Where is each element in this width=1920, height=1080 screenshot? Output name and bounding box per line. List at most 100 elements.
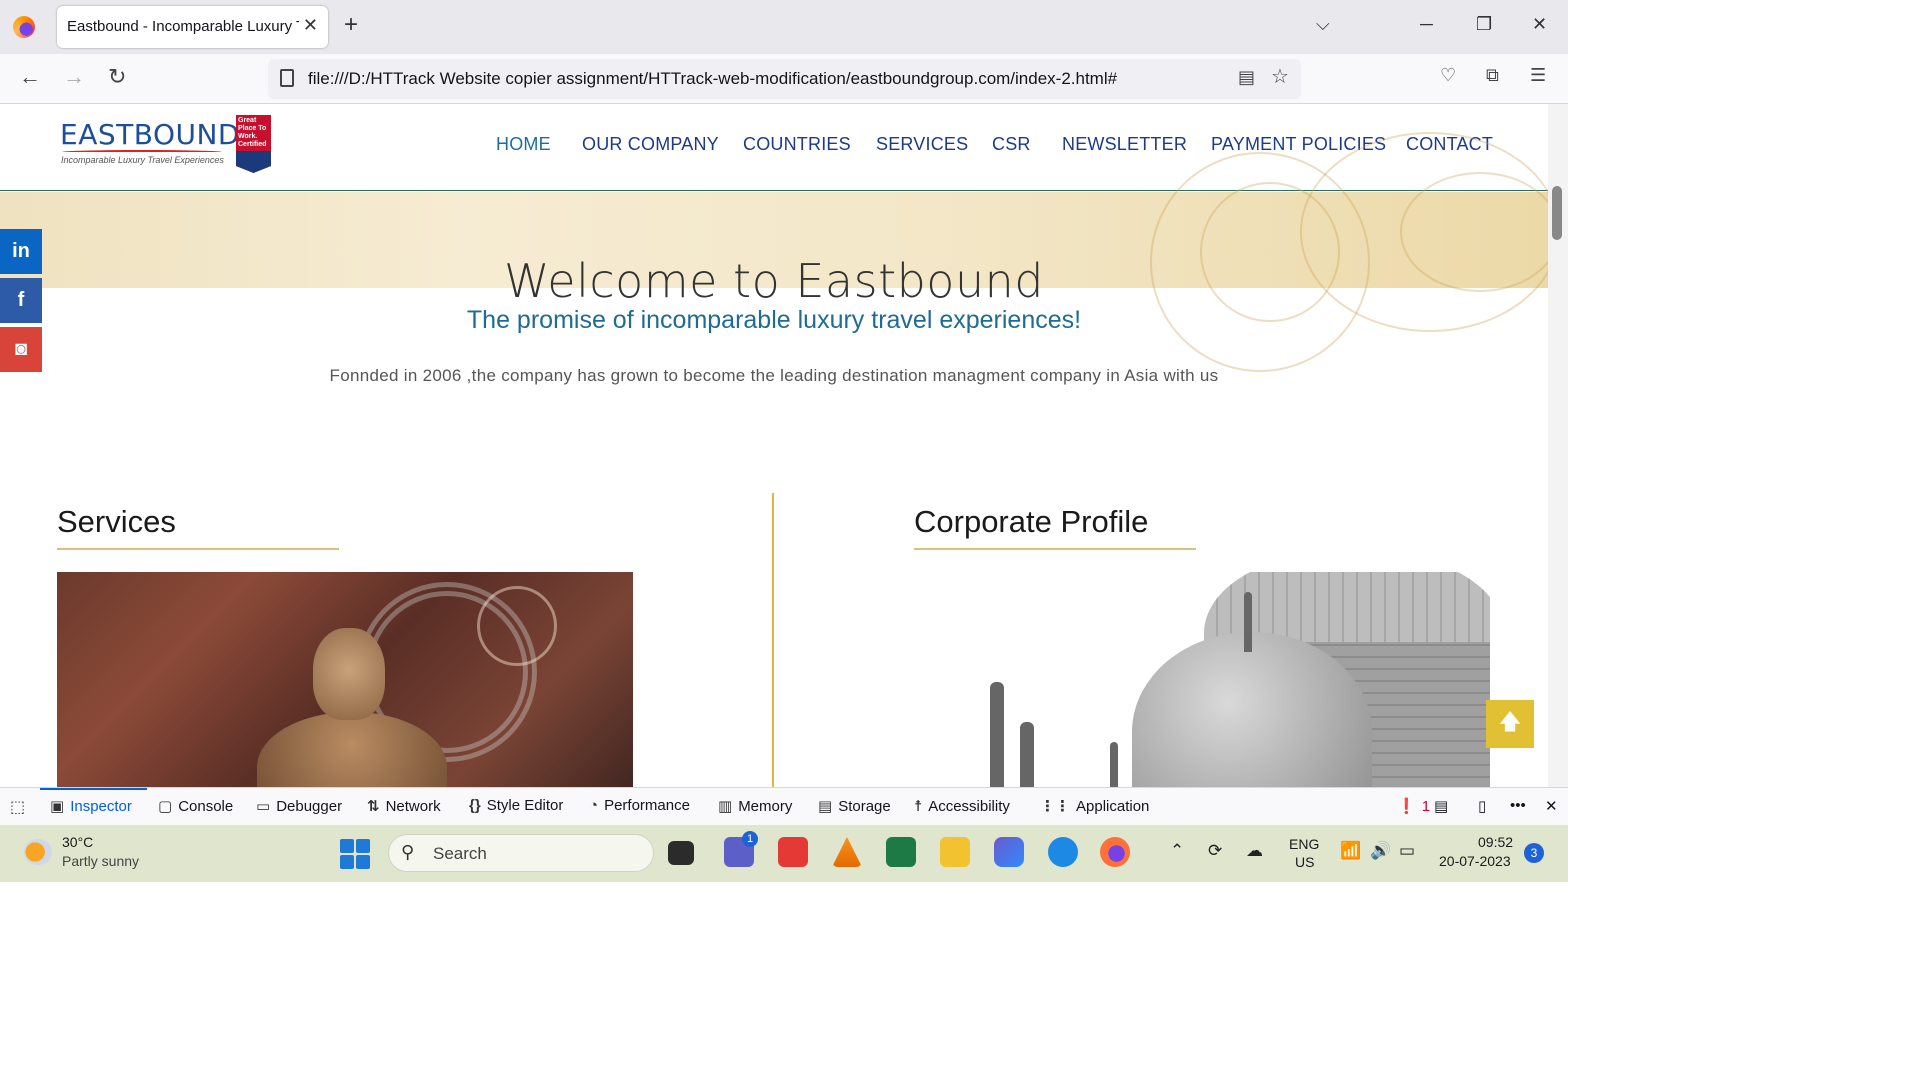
founded-text: Fonnded in 2006 ,the company has grown t… <box>329 366 1219 385</box>
tab-debugger[interactable]: ▭ Debugger <box>256 797 342 815</box>
devtools-toolbar: ⬚ ▣ Inspector ▢ Console ▭ Debugger ⇅ Network… <box>0 787 1568 825</box>
language-indicator[interactable]: ENG <box>1289 836 1319 852</box>
bookmark-star-icon[interactable]: ☆ <box>1271 67 1289 87</box>
teams-icon[interactable]: 1 <box>724 831 758 867</box>
task-view-icon[interactable] <box>668 841 694 865</box>
close-window-button[interactable]: ✕ <box>1532 14 1547 35</box>
tab-application[interactable]: ⋮⋮ Application <box>1040 797 1149 815</box>
list-tabs-icon[interactable]: ⌵ <box>1316 14 1330 35</box>
facebook-icon[interactable]: f <box>0 278 42 323</box>
pocket-icon[interactable]: ♡ <box>1440 66 1456 84</box>
page-scrollbar[interactable] <box>1548 104 1568 787</box>
start-button[interactable] <box>340 839 370 869</box>
nav-countries[interactable]: COUNTRIES <box>743 134 851 155</box>
instagram-icon[interactable]: ◙ <box>0 327 42 372</box>
corporate-profile-image[interactable] <box>914 572 1490 787</box>
menu-icon[interactable]: ☰ <box>1530 66 1546 84</box>
nav-home[interactable]: HOME <box>496 134 551 155</box>
copilot-icon[interactable] <box>994 837 1024 867</box>
close-devtools-icon[interactable]: ✕ <box>1545 797 1558 815</box>
nav-csr[interactable]: CSR <box>992 134 1031 155</box>
sync-icon[interactable]: ⟳ <box>1208 841 1222 861</box>
search-icon: ⚲ <box>401 842 415 862</box>
show-hidden-icons[interactable]: ⌃ <box>1170 841 1184 861</box>
weather-icon[interactable] <box>24 839 52 865</box>
notification-badge[interactable]: 3 <box>1524 843 1544 863</box>
back-button[interactable]: ← <box>19 66 41 88</box>
browser-nav-bar: ← → ↻ file:///D:/HTTrack Website copier … <box>0 54 1568 104</box>
reload-button[interactable]: ↻ <box>108 66 126 88</box>
teams-badge: 1 <box>742 831 758 847</box>
tab-memory[interactable]: ▥ Memory <box>718 797 792 815</box>
clock-date[interactable]: 20-07-2023 <box>1439 853 1511 869</box>
tab-network[interactable]: ⇅ Network <box>367 797 441 815</box>
tab-style-editor[interactable]: {} Style Editor <box>469 797 563 814</box>
file-explorer-icon[interactable] <box>940 837 970 867</box>
wps-office-icon[interactable] <box>778 837 808 867</box>
accessibility-icon: ☨ <box>914 798 923 815</box>
nav-newsletter[interactable]: NEWSLETTER <box>1062 134 1187 155</box>
browser-tab-strip: Eastbound - Incomparable Luxury Tr ✕ + ⌵… <box>0 0 1568 54</box>
element-picker-icon[interactable]: ⬚ <box>10 797 25 817</box>
more-options-icon[interactable]: ••• <box>1510 797 1526 814</box>
temperature[interactable]: 30°C <box>62 834 93 850</box>
search-label: Search <box>433 844 487 863</box>
tab-performance[interactable]: ◔ Performance <box>589 797 690 814</box>
browser-tab-active[interactable]: Eastbound - Incomparable Luxury Tr ✕ <box>57 6 328 48</box>
scroll-to-top-button[interactable]: 🡅 <box>1486 700 1534 748</box>
taskbar-search[interactable]: ⚲ Search <box>388 834 654 872</box>
console-icon: ▢ <box>158 798 173 815</box>
url-text[interactable]: file:///D:/HTTrack Website copier assign… <box>308 69 1117 89</box>
site-logo[interactable]: EASTBOUND <box>60 118 240 151</box>
tab-title: Eastbound - Incomparable Luxury Tr <box>67 18 299 35</box>
tab-storage[interactable]: ▤ Storage <box>818 797 891 815</box>
debugger-icon: ▭ <box>256 798 271 815</box>
volume-icon[interactable]: 🔊 <box>1370 841 1391 861</box>
windows-taskbar: 30°C Partly sunny ⚲ Search 1 ⌃ ⟳ ☁ ENG U… <box>0 825 1568 882</box>
promise-subheading: The promise of incomparable luxury trave… <box>466 306 1082 334</box>
nav-our-company[interactable]: OUR COMPANY <box>582 134 719 155</box>
corporate-profile-heading: Corporate Profile <box>914 504 1149 539</box>
style-editor-icon: {} <box>469 797 481 814</box>
logo-tagline: Incomparable Luxury Travel Experiences <box>61 155 224 165</box>
performance-icon: ◔ <box>589 797 599 814</box>
extensions-icon[interactable]: ⧉ <box>1486 66 1499 84</box>
region-indicator[interactable]: US <box>1295 854 1314 870</box>
onedrive-icon[interactable]: ☁ <box>1246 841 1263 861</box>
reader-view-icon[interactable]: ▤ <box>1238 68 1255 86</box>
weather-description[interactable]: Partly sunny <box>62 853 139 869</box>
firefox-logo-icon[interactable] <box>13 16 35 38</box>
great-place-to-work-badge: Great Place To Work. Certified <box>236 115 271 173</box>
minimize-button[interactable]: ─ <box>1420 14 1433 35</box>
services-image[interactable] <box>57 572 633 787</box>
tab-accessibility[interactable]: ☨ Accessibility <box>914 797 1010 815</box>
tab-inspector[interactable]: ▣ Inspector <box>50 797 132 815</box>
welcome-heading: Welcome to Eastbound <box>504 254 1044 308</box>
nav-services[interactable]: SERVICES <box>876 134 968 155</box>
error-icon: ❗ <box>1397 798 1416 815</box>
dock-side-icon[interactable]: ▯ <box>1478 797 1486 815</box>
inspector-icon: ▣ <box>50 798 65 815</box>
clock-time[interactable]: 09:52 <box>1478 834 1513 850</box>
wifi-icon[interactable]: 📶 <box>1340 841 1361 861</box>
web-page: EASTBOUND Incomparable Luxury Travel Exp… <box>0 104 1548 787</box>
firefox-taskbar-icon[interactable] <box>1100 837 1130 867</box>
corporate-underline <box>914 548 1196 550</box>
split-console-icon[interactable]: ▤ <box>1434 797 1448 815</box>
forward-button[interactable]: → <box>63 66 85 88</box>
error-count[interactable]: ❗ 1 <box>1397 797 1430 815</box>
excel-icon[interactable] <box>886 837 916 867</box>
battery-icon[interactable]: ▭ <box>1399 841 1415 861</box>
badge-text: Great Place To Work. Certified <box>238 117 267 148</box>
scrollbar-thumb[interactable] <box>1552 186 1562 240</box>
new-tab-button[interactable]: + <box>344 13 358 37</box>
help-icon[interactable] <box>1048 837 1078 867</box>
services-heading: Services <box>57 504 176 539</box>
restore-button[interactable]: ❐ <box>1476 14 1492 35</box>
storage-icon: ▤ <box>818 798 833 815</box>
vlc-icon[interactable] <box>832 837 862 867</box>
tab-console[interactable]: ▢ Console <box>158 797 233 815</box>
close-tab-icon[interactable]: ✕ <box>303 15 318 36</box>
url-bar[interactable]: file:///D:/HTTrack Website copier assign… <box>268 59 1301 99</box>
linkedin-icon[interactable]: in <box>0 229 42 274</box>
